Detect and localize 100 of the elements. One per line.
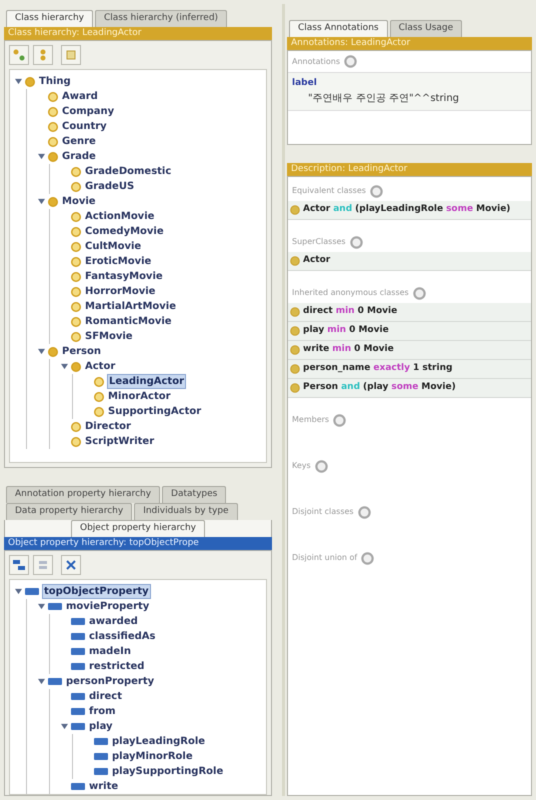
class-icon (25, 76, 35, 86)
tree-item[interactable]: MartialArtMovie (84, 300, 178, 313)
property-icon (48, 603, 62, 610)
expression-token: (play (363, 381, 388, 394)
class-expression-row[interactable]: direct min 0 Movie (288, 303, 531, 322)
panel-header: Annotations: LeadingActor (287, 37, 532, 50)
expanded-triangle-icon[interactable] (38, 198, 44, 205)
property-icon (71, 723, 85, 730)
tab[interactable]: Class Usage (390, 20, 462, 37)
add-icon[interactable] (361, 552, 374, 564)
tree-item[interactable]: personProperty (65, 675, 156, 688)
expanded-triangle-icon[interactable] (38, 603, 44, 610)
add-icon[interactable] (370, 184, 383, 198)
tree-item[interactable]: classifiedAs (88, 630, 156, 643)
expanded-triangle-icon[interactable] (60, 363, 68, 370)
expanded-triangle-icon[interactable] (38, 678, 44, 685)
tree-item[interactable]: playSupportingRole (111, 765, 224, 778)
expanded-triangle-icon[interactable] (14, 78, 22, 85)
tree-item[interactable]: RomanticMovie (84, 315, 173, 328)
tree-item[interactable]: GradeDomestic (84, 165, 172, 178)
tab[interactable]: Object property hierarchy (71, 520, 205, 537)
property-icon (71, 633, 85, 640)
expression-token: Actor (303, 254, 330, 268)
section-label: Equivalent classes (292, 185, 366, 197)
tab[interactable]: Class hierarchy (inferred) (94, 10, 228, 27)
class-expression-row[interactable]: play min 0 Movie (288, 322, 531, 341)
tree-item[interactable]: SFMovie (84, 330, 134, 343)
tree-item[interactable]: madeIn (88, 645, 132, 658)
tree-item[interactable]: Thing (38, 75, 72, 88)
expression-token: min (327, 324, 346, 338)
tab[interactable]: Class Annotations (289, 20, 388, 37)
section-label: Inherited anonymous classes (292, 287, 409, 299)
section-label: Disjoint classes (292, 506, 354, 518)
tree-item[interactable]: Person (61, 345, 102, 358)
class-expression-row[interactable]: person_name exactly 1 string (288, 360, 531, 379)
add-subclass-icon (13, 49, 25, 61)
tree-item[interactable]: ScriptWriter (84, 435, 156, 448)
add-icon[interactable] (358, 506, 371, 518)
tree-item[interactable]: FantasyMovie (84, 270, 164, 283)
expanded-triangle-icon[interactable] (38, 348, 44, 355)
class-expression-row[interactable]: Actor and (playLeadingRole some Movie) (288, 201, 531, 220)
expression-token: Person (303, 381, 338, 394)
property-icon (71, 648, 85, 655)
add-icon[interactable] (350, 236, 363, 248)
expression-token: exactly (373, 362, 410, 376)
tree-item[interactable]: Company (61, 105, 116, 118)
class-expression-row[interactable]: Person and (play some Movie) (288, 379, 531, 398)
tree-item[interactable]: LeadingActor (107, 374, 186, 389)
tree-item[interactable]: playLeadingRole (111, 735, 206, 748)
tree-item[interactable]: CultMovie (84, 240, 142, 253)
tree-item[interactable]: Award (61, 90, 99, 103)
tree-item[interactable]: playMinorRole (111, 750, 194, 763)
tab[interactable]: Datatypes (162, 486, 226, 503)
add-icon[interactable] (344, 55, 358, 68)
add-icon[interactable] (333, 414, 346, 426)
expanded-triangle-icon[interactable] (60, 723, 68, 730)
tree-item[interactable]: movieProperty (65, 600, 150, 613)
tree-item[interactable]: Actor (84, 360, 116, 373)
tree-item[interactable]: ActionMovie (84, 210, 156, 223)
tree-item[interactable]: GradeUS (84, 180, 136, 193)
expression-token: min (332, 343, 352, 356)
tree-item[interactable]: write (88, 780, 120, 793)
add-subclass-button[interactable] (9, 45, 29, 65)
expression-token: 0 Movie (358, 305, 398, 318)
add-icon[interactable] (314, 460, 328, 472)
delete-button[interactable] (61, 555, 81, 575)
tree-item[interactable]: Grade (61, 150, 97, 163)
tree-item[interactable]: topObjectProperty (42, 584, 151, 599)
expanded-triangle-icon[interactable] (38, 153, 44, 160)
tree-item[interactable]: Country (61, 120, 108, 133)
tree-item[interactable]: HorrorMovie (84, 285, 156, 298)
tree-item[interactable]: ComedyMovie (84, 225, 165, 238)
tree-item[interactable]: Director (84, 420, 132, 433)
section-label: Annotations (292, 56, 340, 68)
expanded-triangle-icon[interactable] (14, 588, 22, 595)
tree-item[interactable]: SupportingActor (107, 405, 202, 418)
tree-item[interactable]: direct (88, 690, 124, 703)
tab[interactable]: Data property hierarchy (6, 503, 132, 520)
section-label: SuperClasses (292, 236, 346, 248)
tree-item[interactable]: EroticMovie (84, 255, 152, 268)
tree-item[interactable]: from (88, 705, 117, 718)
delete-button[interactable] (61, 45, 81, 65)
tree-item[interactable]: play (88, 720, 114, 733)
panel-header: Description: LeadingActor (287, 163, 532, 176)
tree-item[interactable]: MinorActor (107, 390, 172, 403)
tree-item[interactable]: Movie (61, 195, 97, 208)
property-icon (94, 753, 108, 760)
tab[interactable]: Annotation property hierarchy (6, 486, 160, 503)
class-expression-row[interactable]: Actor (288, 252, 531, 271)
tab[interactable]: Individuals by type (134, 503, 238, 520)
add-subproperty-button[interactable] (9, 555, 29, 575)
expression-token: and (333, 203, 352, 216)
tree-item[interactable]: Genre (61, 135, 97, 148)
add-sibling-button[interactable] (33, 45, 53, 65)
tree-item[interactable]: restricted (88, 660, 146, 673)
tab[interactable]: Class hierarchy (6, 10, 93, 27)
expression-token: some (391, 381, 418, 394)
add-icon[interactable] (412, 286, 426, 300)
tree-item[interactable]: awarded (88, 615, 139, 628)
class-expression-row[interactable]: write min 0 Movie (288, 341, 531, 360)
